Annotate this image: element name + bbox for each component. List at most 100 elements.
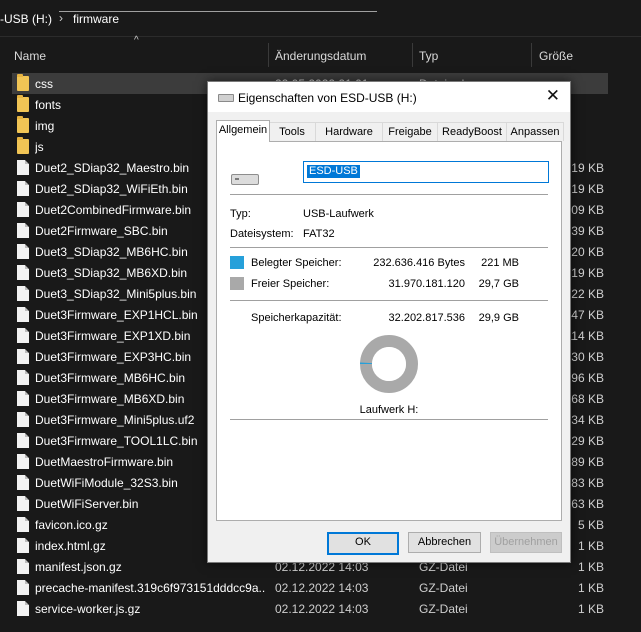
tab-freigabe[interactable]: Freigabe — [382, 122, 438, 141]
file-icon — [17, 307, 29, 322]
folder-icon — [17, 116, 29, 133]
file-icon — [17, 244, 29, 259]
tab-tools[interactable]: Tools — [268, 122, 316, 141]
column-divider[interactable] — [412, 43, 413, 67]
file-icon — [17, 370, 29, 385]
filesystem-label: Dateisystem: — [230, 228, 294, 240]
file-row[interactable]: service-worker.js.gz 02.12.2022 14:03 GZ-D… — [12, 598, 608, 619]
tab-anpassen[interactable]: Anpassen — [506, 122, 564, 141]
file-date: 02.12.2022 14:03 — [275, 581, 369, 595]
folder-icon — [17, 95, 29, 112]
tab-allgemein[interactable]: Allgemein — [216, 120, 270, 142]
file-type: GZ-Datei — [419, 602, 468, 616]
file-name: favicon.ico.gz — [35, 518, 108, 532]
column-header-date[interactable]: Änderungsdatum — [275, 49, 366, 63]
tab-strip: Allgemein Tools Hardware Freigabe ReadyB… — [216, 120, 564, 142]
file-name: service-worker.js.gz — [35, 602, 141, 616]
column-divider[interactable] — [531, 43, 532, 67]
file-name: fonts — [35, 98, 62, 112]
file-icon — [17, 286, 29, 301]
breadcrumb-folder[interactable]: firmware — [73, 12, 119, 26]
used-space-size: 221 MB — [481, 257, 519, 269]
file-name: css — [35, 77, 53, 91]
column-divider[interactable] — [268, 43, 269, 67]
file-name: Duet3_SDiap32_MB6HC.bin — [35, 245, 188, 259]
file-icon — [17, 601, 29, 616]
capacity-size: 29,9 GB — [478, 312, 519, 324]
folder-icon — [17, 137, 29, 154]
file-size: 114 KB — [565, 329, 604, 343]
file-name: index.html.gz — [35, 539, 106, 553]
close-icon[interactable]: ✕ — [546, 87, 560, 105]
apply-button[interactable]: Übernehmen — [490, 532, 562, 553]
cancel-button[interactable]: Abbrechen — [408, 532, 481, 553]
file-name: DuetWiFiServer.bin — [35, 497, 139, 511]
ok-button[interactable]: OK — [327, 532, 399, 555]
file-name: Duet2CombinedFirmware.bin — [35, 203, 192, 217]
separator — [230, 419, 548, 420]
file-name: Duet3Firmware_EXP3HC.bin — [35, 350, 192, 364]
file-date: 02.12.2022 14:03 — [275, 602, 369, 616]
sort-ascending-icon: ^ — [134, 35, 139, 46]
file-name: manifest.json.gz — [35, 560, 122, 574]
file-icon — [17, 454, 29, 469]
file-name: Duet2Firmware_SBC.bin — [35, 224, 168, 238]
file-name: Duet3Firmware_Mini5plus.uf2 — [35, 413, 195, 427]
file-name: img — [35, 119, 55, 133]
file-icon — [17, 433, 29, 448]
file-size: 1 KB — [577, 602, 604, 616]
usb-drive-icon — [231, 174, 259, 185]
folder-icon — [17, 74, 29, 91]
file-icon — [17, 538, 29, 553]
tab-hardware[interactable]: Hardware — [315, 122, 383, 141]
volume-name-selection: ESD-USB — [307, 165, 360, 178]
file-name: js — [35, 140, 44, 154]
free-space-size: 29,7 GB — [478, 278, 519, 290]
file-icon — [17, 160, 29, 175]
file-icon — [17, 349, 29, 364]
capacity-label: Speicherkapazität: — [251, 312, 342, 324]
free-space-swatch — [230, 277, 244, 290]
donut-hole — [372, 347, 406, 381]
column-header-row: ^ Name Änderungsdatum Typ Größe — [0, 35, 641, 73]
file-icon — [17, 181, 29, 196]
type-label: Typ: — [230, 208, 251, 220]
file-type: GZ-Datei — [419, 581, 468, 595]
used-space-bytes: 232.636.416 Bytes — [373, 257, 465, 269]
file-icon — [17, 475, 29, 490]
file-row[interactable]: precache-manifest.319c6f973151dddcc9a...… — [12, 577, 608, 598]
column-header-name[interactable]: Name — [14, 49, 46, 63]
file-name: Duet2_SDiap32_WiFiEth.bin — [35, 182, 188, 196]
volume-name-field[interactable]: ESD-USB — [303, 161, 549, 183]
breadcrumb-drive[interactable]: -USB (H:) — [0, 12, 52, 26]
file-icon — [17, 412, 29, 427]
file-name: Duet3Firmware_TOOL1LC.bin — [35, 434, 198, 448]
file-size: 19 KB — [571, 182, 604, 196]
capacity-bytes: 32.202.817.536 — [388, 312, 465, 324]
file-name: Duet3_SDiap32_Mini5plus.bin — [35, 287, 197, 301]
separator — [230, 247, 548, 248]
drive-letter-label: Laufwerk H: — [359, 404, 419, 416]
file-name: Duet3Firmware_MB6HC.bin — [35, 371, 186, 385]
file-icon — [17, 202, 29, 217]
file-name: Duet3Firmware_EXP1HCL.bin — [35, 308, 198, 322]
file-size: 1 KB — [577, 539, 604, 553]
tab-readyboost[interactable]: ReadyBoost — [437, 122, 507, 141]
file-icon — [17, 580, 29, 595]
used-space-label: Belegter Speicher: — [251, 257, 342, 269]
file-name: DuetWiFiModule_32S3.bin — [35, 476, 178, 490]
breadcrumb: -USB (H:) › firmware — [0, 0, 641, 37]
file-icon — [17, 559, 29, 574]
column-header-size[interactable]: Größe — [539, 49, 573, 63]
file-name: Duet3Firmware_EXP1XD.bin — [35, 329, 191, 343]
file-icon — [17, 391, 29, 406]
separator — [230, 194, 548, 195]
drive-icon — [218, 94, 234, 102]
filesystem-value: FAT32 — [303, 228, 335, 240]
file-size: 5 KB — [577, 518, 604, 532]
dialog-title: Eigenschaften von ESD-USB (H:) — [238, 91, 417, 105]
file-icon — [17, 517, 29, 532]
file-icon — [17, 265, 29, 280]
file-name: DuetMaestroFirmware.bin — [35, 455, 174, 469]
column-header-type[interactable]: Typ — [419, 49, 438, 63]
